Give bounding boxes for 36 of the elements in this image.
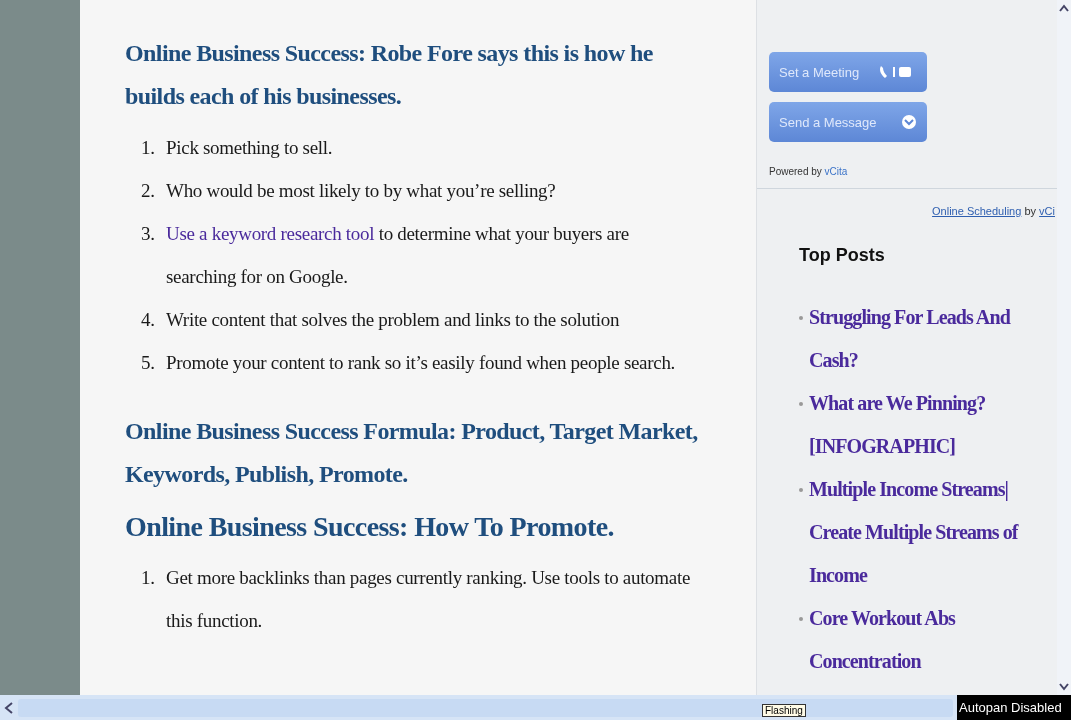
list-number: 5. <box>141 351 156 375</box>
list-item-text: Get more backlinks than pages currently ranking. Use tools to automate this function. <box>166 566 691 633</box>
bullet-icon <box>799 316 803 320</box>
scheduling-credit: Online Scheduling by vCi <box>931 204 1056 217</box>
list-number: 2. <box>141 179 156 203</box>
section-heading: Online Business Success: Robe Fore says this is how he builds each of his businesses. <box>125 39 654 111</box>
bullet-icon <box>799 488 803 492</box>
top-posts-title: Top Posts <box>799 245 886 266</box>
brand-link[interactable]: vCi <box>1039 205 1055 217</box>
status-badge: Autopan Disabled <box>957 695 1071 720</box>
tooltip: Flashing <box>762 704 806 717</box>
scroll-left-icon[interactable] <box>4 701 14 714</box>
section-heading: Online Business Success Formula: Product, Target Market, Keywords, Publish, Promote. <box>125 417 699 489</box>
list-item-text: Use a keyword research tool to determine what your buyers are searching for on Google. <box>166 222 630 289</box>
list-item-text: Who would be most likely to by what you’re selling? <box>166 179 556 203</box>
bullet-icon <box>799 617 803 621</box>
list-item-text: Write content that solves the problem and links to the solution <box>166 308 620 332</box>
post-link[interactable]: Multiple Income Streams| Create Multiple Streams of Income <box>809 468 1044 597</box>
powered-by-link[interactable]: vCita <box>824 166 848 177</box>
list-number: 4. <box>141 308 156 332</box>
section-title: Online Business Success: How To Promote. <box>125 510 615 544</box>
list-number: 1. <box>141 566 156 590</box>
list-number: 3. <box>141 222 156 246</box>
post-link[interactable]: Struggling For Leads And Cash? <box>809 296 1044 382</box>
post-link[interactable]: Core Workout Abs Concentration <box>809 597 1044 683</box>
post-link[interactable]: What are We Pinning? [INFOGRAPHIC] <box>809 382 1044 468</box>
list-item-text: Pick something to sell. <box>166 136 333 160</box>
powered-by-text: Powered by vCita <box>769 166 849 177</box>
scroll-down-icon[interactable] <box>1059 683 1069 691</box>
bullet-icon <box>799 402 803 406</box>
list-item-text: Promote your content to rank so it’s easily found when people search. <box>166 351 676 375</box>
list-number: 1. <box>141 136 156 160</box>
horizontal-scrollbar[interactable] <box>18 698 953 717</box>
scheduling-link[interactable]: Online Scheduling <box>932 205 1022 217</box>
scroll-up-icon[interactable] <box>1059 4 1069 12</box>
keyword-tool-link[interactable]: Use a keyword research tool <box>166 223 375 244</box>
